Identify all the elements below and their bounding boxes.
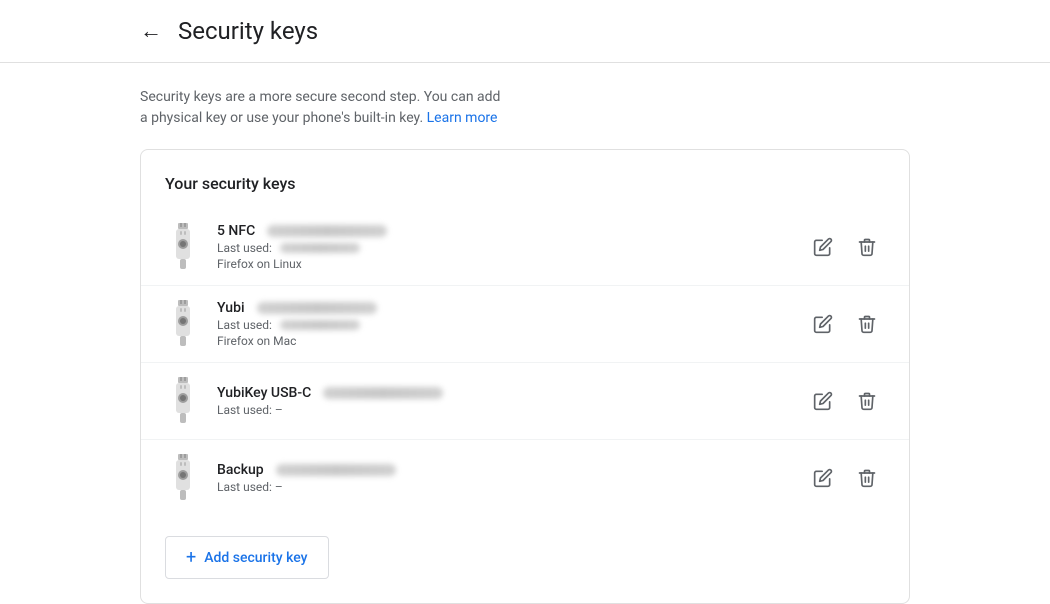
key-name: Yubi (217, 300, 245, 316)
key-browser: Firefox on Linux (217, 257, 805, 271)
key-item: Yubi Last used: Firefox on Mac (141, 286, 909, 363)
last-used-label: Last used: (217, 241, 272, 255)
usb-key-icon (165, 221, 201, 273)
delete-icon (857, 314, 877, 334)
key-name-row: YubiKey USB-C (217, 385, 805, 401)
last-used-label: Last used: (217, 318, 272, 332)
description-section: Security keys are a more secure second s… (0, 63, 650, 149)
back-button[interactable]: ← (140, 14, 170, 48)
usb-key-icon (165, 375, 201, 427)
edit-key-button[interactable] (805, 460, 841, 496)
key-actions (805, 306, 885, 342)
key-name-redacted (267, 225, 387, 237)
key-info: Backup Last used: – (217, 462, 805, 494)
page-title: Security keys (178, 17, 318, 45)
edit-key-button[interactable] (805, 229, 841, 265)
delete-icon (857, 237, 877, 257)
key-actions (805, 460, 885, 496)
last-used-date-redacted (280, 243, 360, 253)
edit-key-button[interactable] (805, 383, 841, 419)
edit-icon (813, 314, 833, 334)
key-name: Backup (217, 462, 264, 478)
edit-icon (813, 468, 833, 488)
key-name-redacted (276, 464, 396, 476)
add-key-label: Add security key (204, 550, 307, 566)
key-name-row: Backup (217, 462, 805, 478)
key-last-used: Last used: (217, 318, 805, 332)
key-item: 5 NFC Last used: Firefox on Linux (141, 209, 909, 286)
usb-key-icon (165, 298, 201, 350)
page-header: ← Security keys (0, 0, 1050, 63)
key-last-used: Last used: – (217, 403, 805, 417)
key-actions (805, 383, 885, 419)
key-info: Yubi Last used: Firefox on Mac (217, 300, 805, 348)
key-name: YubiKey USB-C (217, 385, 311, 401)
back-arrow-icon: ← (140, 18, 162, 44)
key-info: 5 NFC Last used: Firefox on Linux (217, 223, 805, 271)
key-item: Backup Last used: – (141, 440, 909, 516)
key-last-used: Last used: – (217, 480, 805, 494)
delete-key-button[interactable] (849, 229, 885, 265)
key-name-redacted (323, 387, 443, 399)
edit-key-button[interactable] (805, 306, 841, 342)
key-browser: Firefox on Mac (217, 334, 805, 348)
edit-icon (813, 237, 833, 257)
card-title: Your security keys (141, 174, 909, 209)
delete-key-button[interactable] (849, 460, 885, 496)
usb-key-icon (165, 452, 201, 504)
plus-icon: + (186, 547, 196, 568)
add-security-key-button[interactable]: + Add security key (165, 536, 329, 579)
security-keys-card: Your security keys 5 NFC Last used: Firefo… (140, 149, 910, 604)
edit-icon (813, 391, 833, 411)
delete-key-button[interactable] (849, 306, 885, 342)
last-used-label: Last used: – (217, 403, 283, 417)
key-name-redacted (257, 302, 377, 314)
last-used-date-redacted (280, 320, 360, 330)
key-item: YubiKey USB-C Last used: – (141, 363, 909, 440)
key-list: 5 NFC Last used: Firefox on Linux (141, 209, 909, 516)
delete-icon (857, 391, 877, 411)
last-used-label: Last used: – (217, 480, 283, 494)
key-last-used: Last used: (217, 241, 805, 255)
add-key-section: + Add security key (141, 516, 909, 579)
delete-key-button[interactable] (849, 383, 885, 419)
key-actions (805, 229, 885, 265)
key-name-row: Yubi (217, 300, 805, 316)
learn-more-link[interactable]: Learn more (427, 110, 498, 126)
key-info: YubiKey USB-C Last used: – (217, 385, 805, 417)
key-name-row: 5 NFC (217, 223, 805, 239)
key-name: 5 NFC (217, 223, 255, 239)
delete-icon (857, 468, 877, 488)
